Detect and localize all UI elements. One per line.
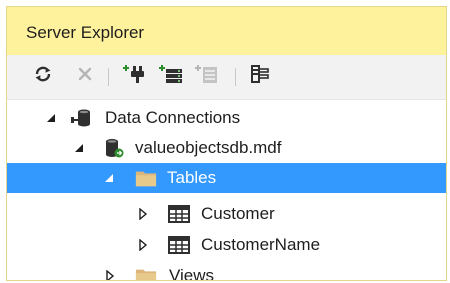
toolbar-separator — [235, 68, 236, 86]
tree-node-label: valueobjectsdb.mdf — [135, 138, 282, 157]
tree-node-database[interactable]: valueobjectsdb.mdf — [7, 133, 446, 163]
panel-title-bar: Server Explorer — [7, 7, 446, 55]
tree-node-label: Views — [169, 266, 215, 281]
stop-button[interactable] — [75, 64, 95, 88]
tree-node-label: Tables — [167, 168, 217, 187]
server-explorer-panel: Server Explorer Data Connections valueob… — [6, 6, 447, 281]
tree-node-label: CustomerName — [201, 235, 321, 254]
tree-node-table-customer[interactable]: Customer — [7, 199, 446, 229]
connect-to-database-icon — [122, 63, 148, 90]
database-icon — [103, 138, 125, 158]
stop-icon — [77, 66, 93, 87]
properties-button[interactable] — [247, 64, 273, 88]
expanded-arrow-icon[interactable] — [103, 172, 115, 184]
tree-node-tables[interactable]: Tables — [7, 163, 446, 193]
tree-node-label: Customer — [201, 204, 275, 223]
connect-to-database-button[interactable] — [121, 64, 149, 88]
collapsed-arrow-icon[interactable] — [104, 270, 116, 280]
tree-node-views[interactable]: Views — [7, 261, 446, 281]
panel-title: Server Explorer — [26, 23, 145, 42]
collapsed-arrow-icon[interactable] — [137, 239, 149, 251]
collapsed-arrow-icon[interactable] — [137, 208, 149, 220]
table-icon — [168, 204, 190, 224]
refresh-button[interactable] — [31, 64, 55, 88]
server-explorer-tree: Data Connections valueobjectsdb.mdf Tabl… — [7, 100, 446, 280]
tree-node-data-connections[interactable]: Data Connections — [7, 103, 446, 133]
connect-to-server-icon — [158, 63, 184, 90]
data-connections-icon — [70, 108, 92, 128]
connect-to-sharepoint-button[interactable] — [193, 64, 221, 88]
table-icon — [168, 235, 190, 255]
tree-node-label: Data Connections — [105, 108, 241, 127]
expanded-arrow-icon[interactable] — [73, 142, 85, 154]
expanded-arrow-icon[interactable] — [45, 112, 57, 124]
tree-node-table-customername[interactable]: CustomerName — [7, 230, 446, 260]
toolbar-separator — [108, 68, 109, 86]
toolbar — [7, 55, 446, 100]
refresh-icon — [33, 64, 53, 89]
folder-icon — [135, 266, 157, 280]
folder-icon — [135, 168, 157, 188]
properties-icon — [249, 63, 271, 90]
connect-to-sharepoint-icon — [194, 63, 220, 90]
connect-to-server-button[interactable] — [157, 64, 185, 88]
